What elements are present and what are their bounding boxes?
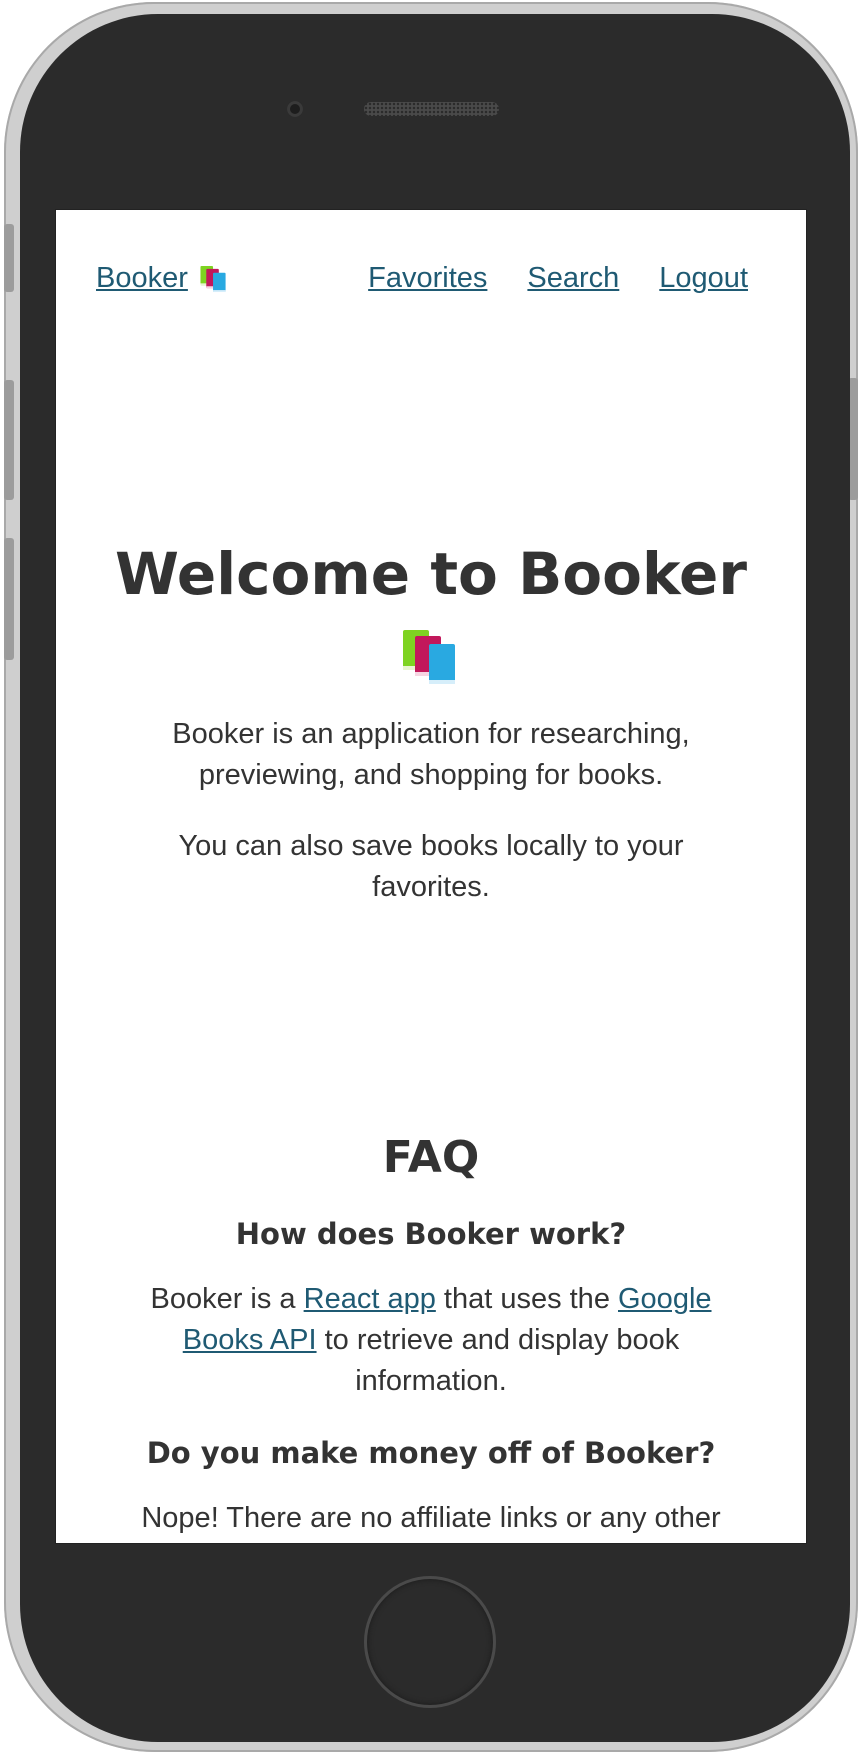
mute-switch xyxy=(4,224,14,292)
faq-answer-text: to retrieve and display book information… xyxy=(316,1324,680,1397)
brand-link[interactable]: Booker xyxy=(96,262,230,295)
faq-answer: Booker is a React app that uses the Goog… xyxy=(121,1279,741,1402)
faq-section: FAQ How does Booker work? Booker is a Re… xyxy=(56,1132,806,1539)
hero-section: Welcome to Booker Booker is an applicati… xyxy=(56,540,806,908)
volume-up-button xyxy=(4,380,14,500)
nav-links: Favorites Search Logout xyxy=(368,262,748,295)
device-canvas: Booker Favorites Search Logout Welcome t… xyxy=(0,0,862,1754)
front-camera xyxy=(287,101,303,117)
app-screen: Booker Favorites Search Logout Welcome t… xyxy=(55,209,807,1544)
intro-paragraph: Booker is an application for researching… xyxy=(172,717,690,791)
faq-answer: Nope! There are no affiliate links or an… xyxy=(141,1502,721,1534)
favorites-paragraph: You can also save books locally to your … xyxy=(178,829,684,903)
hero-title: Welcome to Booker xyxy=(115,540,747,608)
brand-label: Booker xyxy=(96,262,188,294)
faq-question: Do you make money off of Booker? xyxy=(146,1436,716,1470)
faq-title: FAQ xyxy=(382,1132,480,1183)
volume-down-button xyxy=(4,538,14,660)
nav-logout-link[interactable]: Logout xyxy=(659,262,748,295)
earpiece-speaker xyxy=(364,102,499,116)
react-app-link[interactable]: React app xyxy=(304,1283,436,1315)
faq-answer-text: that uses the xyxy=(435,1283,618,1315)
nav-search-link[interactable]: Search xyxy=(527,262,619,295)
faq-answer-text: Booker is a xyxy=(150,1283,304,1315)
faq-question: How does Booker work? xyxy=(235,1217,627,1251)
books-icon xyxy=(403,629,455,684)
top-nav: Booker Favorites Search Logout xyxy=(56,210,806,330)
nav-favorites-link[interactable]: Favorites xyxy=(368,262,487,295)
home-button[interactable] xyxy=(364,1576,496,1708)
books-icon xyxy=(200,265,226,292)
